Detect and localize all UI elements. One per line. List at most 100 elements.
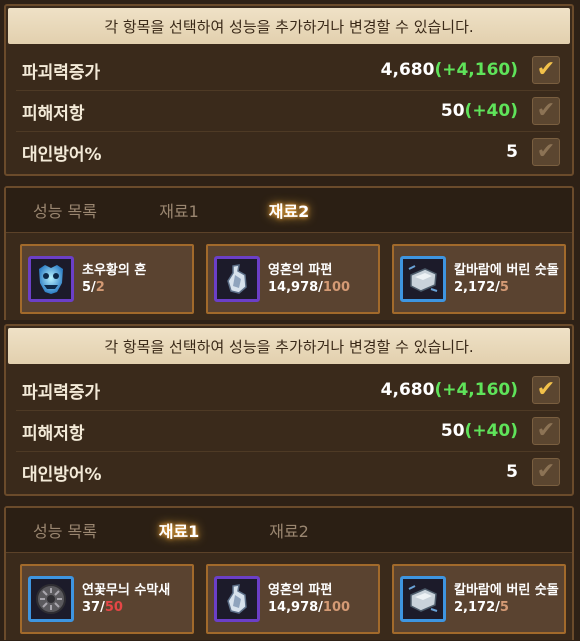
- option-checkbox[interactable]: ✔: [532, 417, 560, 445]
- material-info: 연꽃무늬 수막새 37/50: [82, 582, 170, 616]
- material-count: 37/50: [82, 599, 170, 616]
- material-count: 2,172/5: [454, 279, 559, 296]
- skill-screen: 각 항목을 선택하여 성능을 추가하거나 변경할 수 있습니다. 파괴력증가 4,6…: [0, 320, 580, 641]
- checkmark-icon: ✔: [536, 418, 556, 443]
- option-row[interactable]: 파괴력증가 4,680(+4,160) ✔: [16, 50, 560, 91]
- checkmark-icon: ✔: [536, 459, 556, 484]
- material-count: 14,978/100: [268, 279, 350, 296]
- material-info: 칼바람에 버린 숫돌 2,172/5: [454, 582, 559, 616]
- lotus-tile-icon: [28, 576, 74, 622]
- material-info: 영혼의 파편 14,978/100: [268, 582, 350, 616]
- checkmark-icon: ✔: [536, 377, 556, 402]
- material-need: 100: [322, 280, 351, 295]
- option-value: 5: [506, 462, 518, 482]
- tab-material-2[interactable]: 재료2: [234, 198, 344, 222]
- option-bonus: (+40): [464, 101, 518, 121]
- option-panel: 각 항목을 선택하여 성능을 추가하거나 변경할 수 있습니다. 파괴력증가 4,6…: [4, 4, 574, 176]
- option-row[interactable]: 피해저항 50(+40) ✔: [16, 411, 560, 452]
- material-need: 50: [104, 600, 123, 615]
- option-value: 5: [506, 142, 518, 162]
- material-info: 칼바람에 버린 숫돌 2,172/5: [454, 262, 559, 296]
- option-value: 50: [440, 421, 465, 441]
- soul-fragment-icon: [214, 256, 260, 302]
- material-card[interactable]: 칼바람에 버린 숫돌 2,172/5: [392, 244, 566, 314]
- option-name: 피해저항: [22, 423, 85, 444]
- material-list: 연꽃무늬 수막새 37/50 영혼의 파편 14,978/100 칼바람에 버린 숫돌 2…: [20, 564, 566, 634]
- option-value: 50: [440, 101, 465, 121]
- material-info: 초우황의 혼 5/2: [82, 262, 146, 296]
- material-need: 5: [499, 600, 509, 615]
- tab-material-1[interactable]: 재료1: [124, 518, 234, 542]
- option-name: 파괴력증가: [22, 62, 101, 83]
- option-panel: 각 항목을 선택하여 성능을 추가하거나 변경할 수 있습니다. 파괴력증가 4,6…: [4, 324, 574, 496]
- option-value: 4,680: [380, 380, 435, 400]
- whetstone-icon: [400, 576, 446, 622]
- material-name: 칼바람에 버린 숫돌: [454, 583, 559, 598]
- tab-skill-list[interactable]: 성능 목록: [6, 518, 124, 542]
- option-row[interactable]: 대인방어% 5 ✔: [16, 132, 560, 172]
- skill-screen: 각 항목을 선택하여 성능을 추가하거나 변경할 수 있습니다. 파괴력증가 4,6…: [0, 0, 580, 320]
- option-name: 피해저항: [22, 103, 85, 124]
- option-checkbox[interactable]: ✔: [532, 138, 560, 166]
- option-value-group: 50(+40): [441, 421, 518, 441]
- material-count: 2,172/5: [454, 599, 559, 616]
- option-row[interactable]: 파괴력증가 4,680(+4,160) ✔: [16, 370, 560, 411]
- option-checkbox[interactable]: ✔: [532, 376, 560, 404]
- option-bonus: (+4,160): [434, 60, 518, 80]
- option-value-group: 4,680(+4,160): [381, 380, 518, 400]
- ghost-mask-icon: [28, 256, 74, 302]
- material-info: 영혼의 파편 14,978/100: [268, 262, 350, 296]
- checkmark-icon: ✔: [536, 139, 556, 164]
- checkmark-icon: ✔: [536, 98, 556, 123]
- option-name: 파괴력증가: [22, 382, 101, 403]
- option-row[interactable]: 대인방어% 5 ✔: [16, 452, 560, 492]
- option-name: 대인방어%: [22, 144, 102, 165]
- material-need: 100: [322, 600, 351, 615]
- option-value: 4,680: [380, 60, 435, 80]
- material-have: 2,172: [454, 600, 496, 615]
- material-card[interactable]: 영혼의 파편 14,978/100: [206, 564, 380, 634]
- app-root: 각 항목을 선택하여 성능을 추가하거나 변경할 수 있습니다. 파괴력증가 4,6…: [0, 0, 580, 641]
- option-bonus: (+4,160): [434, 380, 518, 400]
- tab-skill-list[interactable]: 성능 목록: [6, 198, 124, 222]
- tab-bar: 성능 목록 재료1 재료2: [6, 508, 572, 553]
- material-panel: 성능 목록 재료1 재료2 초우황의 혼 5/2 영혼의 파편 14,978/100 칼바람에…: [4, 186, 574, 320]
- option-checkbox[interactable]: ✔: [532, 97, 560, 125]
- option-value-group: 4,680(+4,160): [381, 60, 518, 80]
- tab-material-1[interactable]: 재료1: [124, 198, 234, 222]
- checkmark-icon: ✔: [536, 57, 556, 82]
- tab-material-2[interactable]: 재료2: [234, 518, 344, 542]
- soul-fragment-icon: [214, 576, 260, 622]
- option-bonus: (+40): [464, 421, 518, 441]
- material-have: 14,978: [268, 600, 319, 615]
- hint-text: 각 항목을 선택하여 성능을 추가하거나 변경할 수 있습니다.: [8, 328, 570, 364]
- option-checkbox[interactable]: ✔: [532, 56, 560, 84]
- material-have: 14,978: [268, 280, 319, 295]
- material-count: 5/2: [82, 279, 146, 296]
- material-count: 14,978/100: [268, 599, 350, 616]
- material-panel: 성능 목록 재료1 재료2 연꽃무늬 수막새 37/50 영혼의 파편 14,978/100…: [4, 506, 574, 640]
- material-need: 2: [95, 280, 105, 295]
- material-have: 2,172: [454, 280, 496, 295]
- material-name: 영혼의 파편: [268, 583, 333, 598]
- material-name: 초우황의 혼: [82, 263, 147, 278]
- material-name: 영혼의 파편: [268, 263, 333, 278]
- option-checkbox[interactable]: ✔: [532, 458, 560, 486]
- option-list: 파괴력증가 4,680(+4,160) ✔ 피해저항 50(+40) ✔ 대인방어% 5 ✔: [16, 50, 560, 172]
- material-card[interactable]: 연꽃무늬 수막새 37/50: [20, 564, 194, 634]
- option-row[interactable]: 피해저항 50(+40) ✔: [16, 91, 560, 132]
- material-have: 37: [82, 600, 101, 615]
- material-name: 칼바람에 버린 숫돌: [454, 263, 559, 278]
- option-value-group: 50(+40): [441, 101, 518, 121]
- material-card[interactable]: 칼바람에 버린 숫돌 2,172/5: [392, 564, 566, 634]
- whetstone-icon: [400, 256, 446, 302]
- material-name: 연꽃무늬 수막새: [82, 583, 171, 598]
- option-list: 파괴력증가 4,680(+4,160) ✔ 피해저항 50(+40) ✔ 대인방어% 5 ✔: [16, 370, 560, 492]
- material-have: 5: [82, 280, 92, 295]
- option-value-group: 5: [506, 462, 518, 482]
- option-name: 대인방어%: [22, 464, 102, 485]
- material-card[interactable]: 영혼의 파편 14,978/100: [206, 244, 380, 314]
- material-need: 5: [499, 280, 509, 295]
- material-list: 초우황의 혼 5/2 영혼의 파편 14,978/100 칼바람에 버린 숫돌 2,172…: [20, 244, 566, 314]
- material-card[interactable]: 초우황의 혼 5/2: [20, 244, 194, 314]
